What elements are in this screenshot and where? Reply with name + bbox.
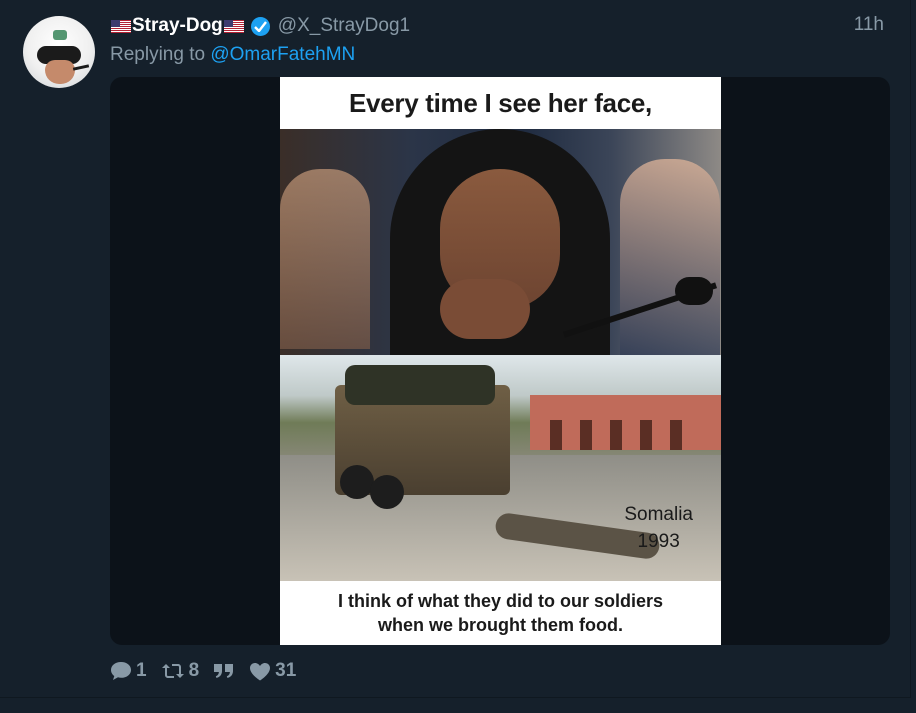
like-button[interactable]: 31	[249, 660, 296, 682]
verified-badge-icon	[250, 16, 270, 36]
caption-bottom-line1: I think of what they did to our soldiers	[337, 591, 663, 611]
reply-icon	[111, 662, 131, 680]
photo-somalia: Somalia 1993	[280, 355, 721, 581]
truck-wheel	[370, 475, 404, 509]
background-person	[280, 169, 370, 349]
retweet-count: 8	[188, 660, 200, 681]
reply-prefix: Replying to	[110, 44, 206, 65]
tweet: Stray-Dog @X_StrayDog1 11h Replying to @…	[0, 0, 911, 698]
avatar-mic	[72, 64, 90, 71]
truck-wheel	[340, 465, 374, 499]
meme-image[interactable]: Every time I see her face, Somalia 1993 …	[280, 77, 721, 645]
tweet-header: Stray-Dog @X_StrayDog1	[110, 14, 410, 38]
heart-icon	[250, 662, 271, 680]
microphone-icon	[675, 277, 713, 305]
tweet-actions: 1 8 31	[110, 658, 310, 684]
hand	[440, 279, 530, 339]
avatar[interactable]	[23, 16, 95, 88]
tweet-time[interactable]: 11h	[854, 14, 884, 36]
caption-bottom-line2: when we brought them food.	[378, 615, 623, 635]
reply-to-mention[interactable]: @OmarFatehMN	[210, 44, 355, 65]
user-handle[interactable]: @X_StrayDog1	[278, 15, 410, 37]
quote-icon	[214, 664, 234, 678]
meme-caption-top: Every time I see her face,	[349, 87, 652, 118]
photo-woman	[280, 129, 721, 355]
retweet-button[interactable]: 8	[161, 660, 200, 682]
display-name[interactable]: Stray-Dog	[132, 15, 223, 37]
flag-us-icon	[223, 19, 244, 33]
avatar-face	[45, 60, 75, 84]
retweet-icon	[161, 664, 184, 678]
building	[530, 395, 721, 450]
flag-us-icon	[111, 19, 131, 33]
photo-label-line2: 1993	[637, 531, 680, 552]
photo-label: Somalia 1993	[624, 501, 693, 555]
reply-count: 1	[136, 660, 147, 681]
helmet-logo	[53, 30, 67, 40]
like-count: 31	[275, 660, 297, 681]
photo-label-line1: Somalia	[624, 504, 693, 525]
media-container: Every time I see her face, Somalia 1993 …	[110, 77, 890, 645]
background-person	[620, 159, 720, 355]
meme-caption-bottom: I think of what they did to our soldiers…	[280, 581, 721, 645]
replying-to: Replying to @OmarFatehMN	[110, 44, 355, 66]
quote-button[interactable]	[213, 663, 235, 679]
reply-button[interactable]: 1	[110, 660, 147, 682]
